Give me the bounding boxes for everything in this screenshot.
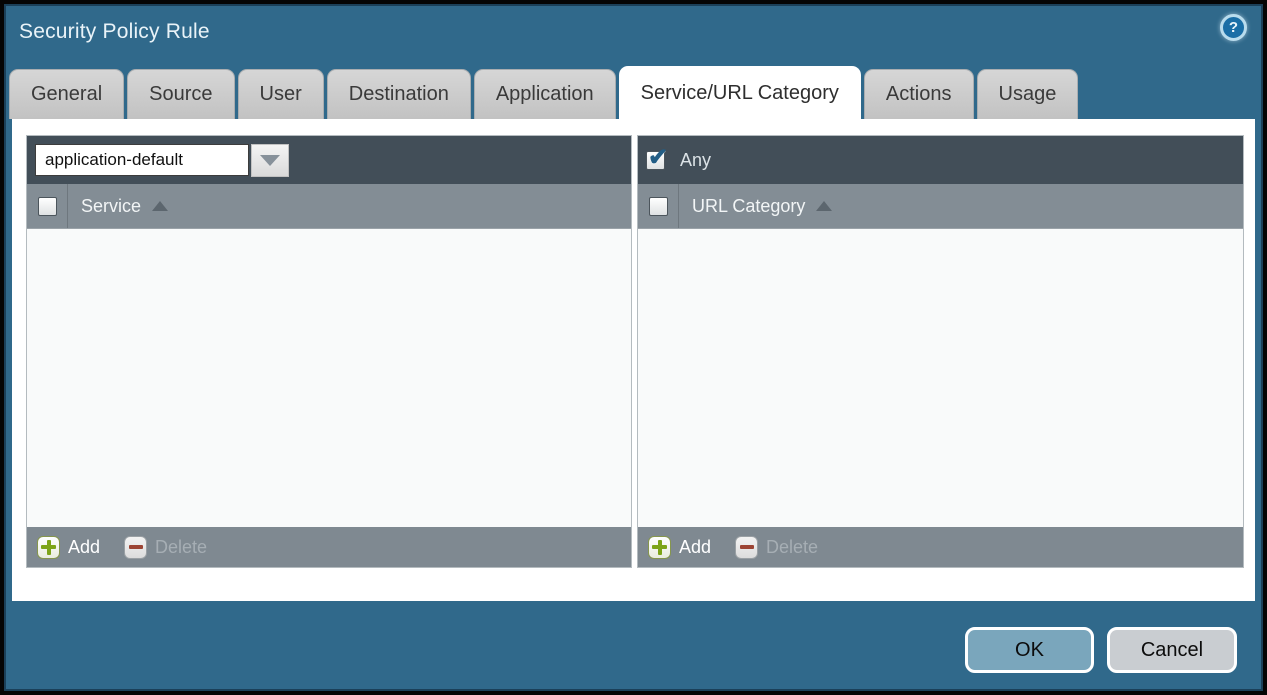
service-column-label[interactable]: Service xyxy=(81,196,168,217)
add-plus-icon xyxy=(648,536,671,559)
service-column-header: Service xyxy=(27,184,631,229)
url-category-panel: ✔ Any URL Category Add xyxy=(637,135,1244,568)
service-select-all-checkbox[interactable] xyxy=(38,197,57,216)
url-category-panel-toolbar: ✔ Any xyxy=(638,136,1243,184)
url-category-delete-button[interactable]: Delete xyxy=(735,536,818,559)
sort-ascending-icon xyxy=(152,201,168,211)
url-category-select-all-cell xyxy=(638,184,679,228)
service-select-all-cell xyxy=(27,184,68,228)
tab-source[interactable]: Source xyxy=(127,69,234,119)
tab-application[interactable]: Application xyxy=(474,69,616,119)
tab-destination[interactable]: Destination xyxy=(327,69,471,119)
service-type-dropdown-button[interactable] xyxy=(251,144,289,177)
url-category-column-header: URL Category xyxy=(638,184,1243,229)
chevron-down-icon xyxy=(260,155,280,166)
tab-general[interactable]: General xyxy=(9,69,124,119)
service-add-button[interactable]: Add xyxy=(37,536,100,559)
ok-button[interactable]: OK xyxy=(965,627,1094,673)
tab-bar: General Source User Destination Applicat… xyxy=(9,66,1258,119)
add-plus-icon xyxy=(37,536,60,559)
checkmark-icon: ✔ xyxy=(648,143,668,172)
any-label: Any xyxy=(680,150,711,171)
cancel-button[interactable]: Cancel xyxy=(1107,627,1237,673)
dialog-title: Security Policy Rule xyxy=(19,20,210,44)
url-category-select-all-checkbox[interactable] xyxy=(649,197,668,216)
url-category-column-label[interactable]: URL Category xyxy=(692,196,832,217)
tab-user[interactable]: User xyxy=(238,69,324,119)
delete-minus-icon xyxy=(124,536,147,559)
delete-minus-icon xyxy=(735,536,758,559)
any-checkbox[interactable]: ✔ xyxy=(646,151,665,170)
security-policy-rule-dialog: Security Policy Rule ? General Source Us… xyxy=(0,0,1267,695)
help-icon[interactable]: ? xyxy=(1220,14,1247,41)
service-type-select xyxy=(35,144,289,177)
service-panel-footer: Add Delete xyxy=(27,527,631,567)
url-category-add-button[interactable]: Add xyxy=(648,536,711,559)
service-delete-button[interactable]: Delete xyxy=(124,536,207,559)
tab-usage[interactable]: Usage xyxy=(977,69,1079,119)
service-panel-toolbar xyxy=(27,136,631,184)
service-panel: Service Add Delete xyxy=(26,135,632,568)
tab-service-url-category[interactable]: Service/URL Category xyxy=(619,66,861,119)
url-category-panel-footer: Add Delete xyxy=(638,527,1243,567)
tab-content-area: Service Add Delete ✔ xyxy=(12,119,1255,601)
tab-actions[interactable]: Actions xyxy=(864,69,974,119)
service-list xyxy=(27,229,631,527)
service-type-input[interactable] xyxy=(35,144,249,176)
url-category-list xyxy=(638,229,1243,527)
sort-ascending-icon xyxy=(816,201,832,211)
